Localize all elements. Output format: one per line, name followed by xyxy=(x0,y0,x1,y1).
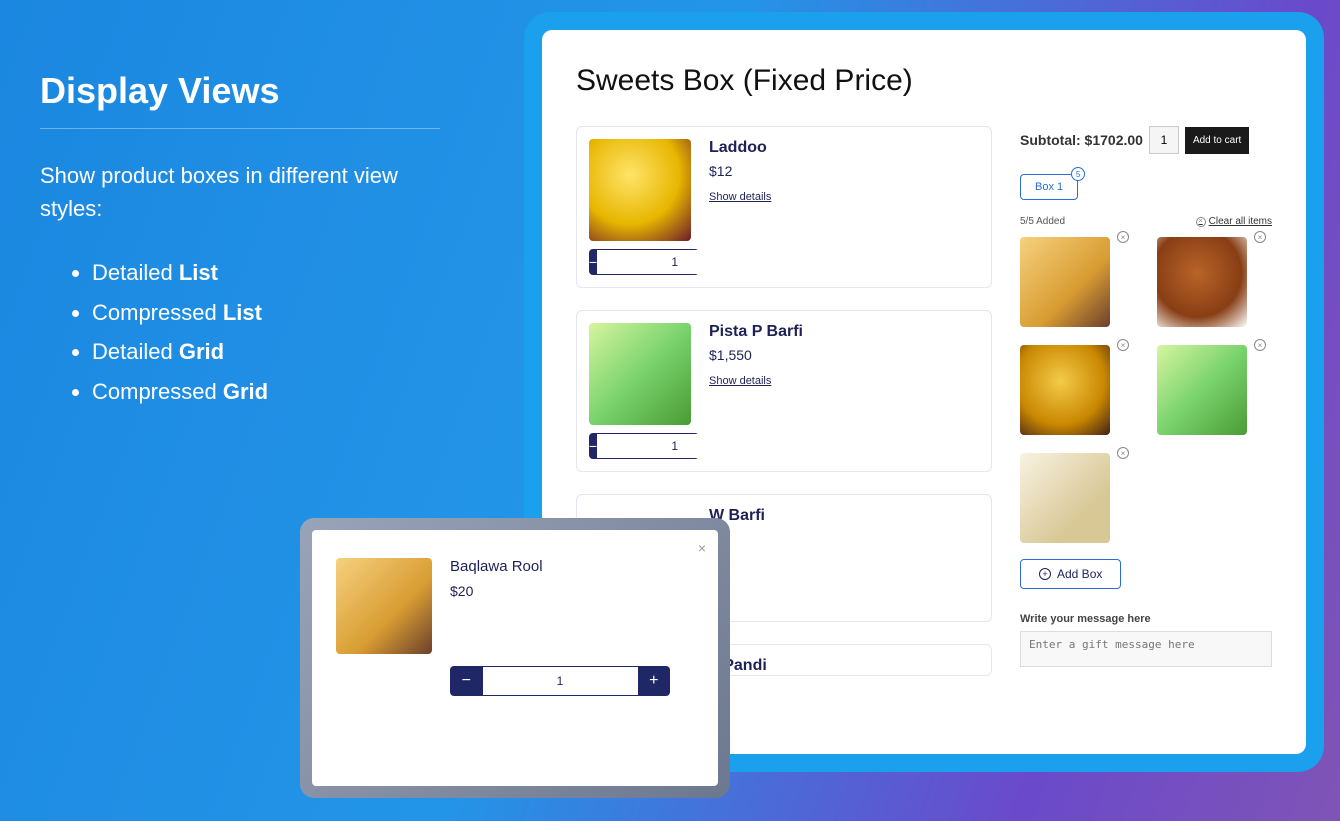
close-icon: × xyxy=(1196,217,1206,227)
list-item: Compressed List xyxy=(92,293,460,333)
list-item: Detailed Grid xyxy=(92,332,460,372)
close-button[interactable]: × xyxy=(698,540,706,556)
modal-product-price: $20 xyxy=(450,583,543,599)
cart-item-image xyxy=(1020,237,1110,327)
show-details-link[interactable]: Show details xyxy=(709,191,771,203)
product-card: Laddoo $12 Show details − + xyxy=(576,126,992,288)
add-to-cart-button[interactable]: Add to cart xyxy=(1185,127,1249,154)
cart-item: × xyxy=(1020,345,1135,435)
cart-items-grid: × × × × × xyxy=(1020,237,1272,543)
quantity-stepper[interactable]: − + xyxy=(450,666,670,696)
product-name: Laddoo xyxy=(709,139,771,157)
modal-product-image xyxy=(336,558,432,654)
gift-message-input[interactable] xyxy=(1020,631,1272,667)
show-details-link[interactable]: Show details xyxy=(709,375,803,387)
page-title: Sweets Box (Fixed Price) xyxy=(576,64,1272,98)
clear-all-link[interactable]: × Clear all items xyxy=(1196,216,1272,227)
cart-item-image xyxy=(1157,237,1247,327)
feature-lead: Show product boxes in different view sty… xyxy=(40,159,460,225)
feature-bullet-list: Detailed List Compressed List Detailed G… xyxy=(40,253,460,411)
cart-item-image xyxy=(1020,453,1110,543)
qty-minus-button[interactable]: − xyxy=(450,666,483,696)
product-image xyxy=(589,139,691,241)
cart-quantity-input[interactable] xyxy=(1149,126,1179,154)
quantity-stepper[interactable]: − + xyxy=(589,433,699,459)
modal-product-name: Baqlawa Rool xyxy=(450,558,543,575)
clear-all-label: Clear all items xyxy=(1209,216,1272,227)
remove-item-button[interactable]: × xyxy=(1117,447,1129,459)
modal-content: × Baqlawa Rool $20 − + xyxy=(312,530,718,786)
product-card: Pista P Barfi $1,550 Show details − + xyxy=(576,310,992,472)
product-detail-modal: × Baqlawa Rool $20 − + xyxy=(300,518,730,798)
remove-item-button[interactable]: × xyxy=(1117,231,1129,243)
product-name: Pista P Barfi xyxy=(709,323,803,341)
list-item: Compressed Grid xyxy=(92,372,460,412)
qty-minus-button[interactable]: − xyxy=(589,433,597,459)
divider xyxy=(40,128,440,129)
box-tab[interactable]: Box 1 5 xyxy=(1020,174,1078,200)
qty-input[interactable] xyxy=(597,249,699,275)
cart-sidebar: Subtotal: $1702.00 Add to cart Box 1 5 5… xyxy=(1020,126,1272,676)
cart-item: × xyxy=(1020,237,1135,327)
quantity-stepper[interactable]: − + xyxy=(589,249,699,275)
list-item: Detailed List xyxy=(92,253,460,293)
cart-item: × xyxy=(1157,237,1272,327)
remove-item-button[interactable]: × xyxy=(1117,339,1129,351)
feature-description: Display Views Show product boxes in diff… xyxy=(40,70,460,411)
product-price: $1,550 xyxy=(709,347,803,363)
add-box-label: Add Box xyxy=(1057,567,1102,581)
cart-item-image xyxy=(1157,345,1247,435)
feature-heading: Display Views xyxy=(40,70,460,112)
qty-input[interactable] xyxy=(483,666,638,696)
added-count: 5/5 Added xyxy=(1020,216,1065,227)
add-box-button[interactable]: + Add Box xyxy=(1020,559,1121,589)
gift-message-label: Write your message here xyxy=(1020,613,1272,625)
remove-item-button[interactable]: × xyxy=(1254,339,1266,351)
qty-plus-button[interactable]: + xyxy=(638,666,671,696)
remove-item-button[interactable]: × xyxy=(1254,231,1266,243)
qty-minus-button[interactable]: − xyxy=(589,249,597,275)
cart-item: × xyxy=(1157,345,1272,435)
plus-icon: + xyxy=(1039,568,1051,580)
subtotal-label: Subtotal: $1702.00 xyxy=(1020,132,1143,148)
qty-input[interactable] xyxy=(597,433,699,459)
close-icon: × xyxy=(698,540,706,556)
cart-item: × xyxy=(1020,453,1135,543)
product-price: $12 xyxy=(709,163,771,179)
cart-item-image xyxy=(1020,345,1110,435)
box-tab-label: Box 1 xyxy=(1035,181,1063,193)
box-count-badge: 5 xyxy=(1071,167,1085,181)
product-image xyxy=(589,323,691,425)
